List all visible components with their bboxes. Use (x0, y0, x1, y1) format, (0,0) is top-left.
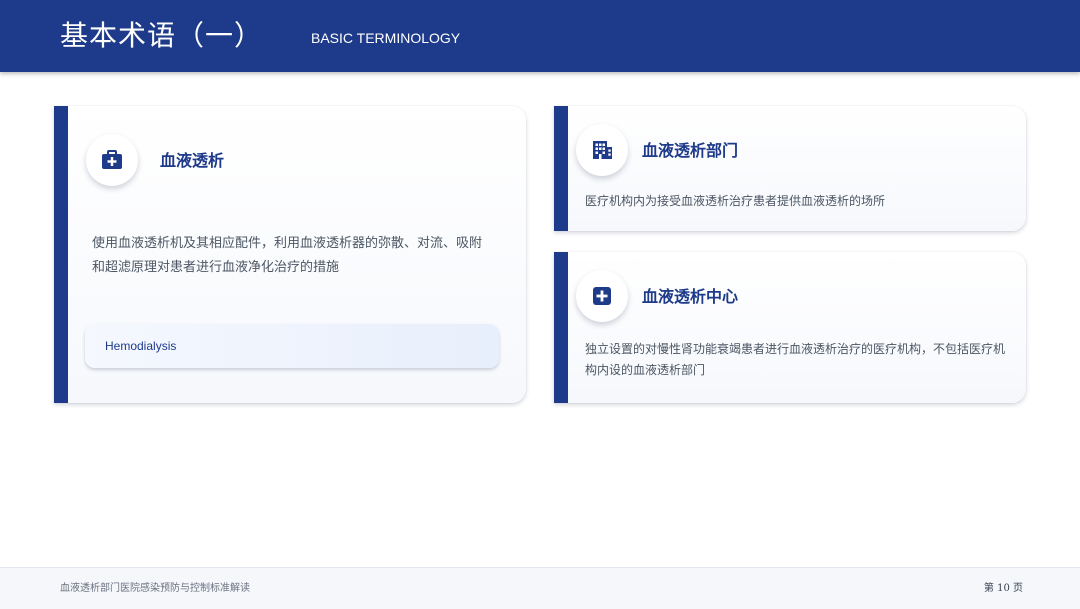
term-card-hemodialysis: 血液透析 使用血液透析机及其相应配件，利用血液透析器的弥散、对流、吸附和超滤原理… (54, 106, 526, 403)
card-description: 使用血液透析机及其相应配件，利用血液透析器的弥散、对流、吸附和超滤原理对患者进行… (92, 236, 483, 275)
card-accent-bar (554, 252, 568, 403)
header-bar: 基本术语（一） BASIC TERMINOLOGY (0, 0, 1080, 72)
card-title: 血液透析部门 (642, 141, 739, 160)
hospital-building-icon (576, 124, 628, 176)
card-description: 独立设置的对慢性肾功能衰竭患者进行血液透析治疗的医疗机构，不包括医疗机构内设的血… (585, 342, 1006, 377)
english-term: Hemodialysis (105, 339, 177, 353)
page-subtitle: BASIC TERMINOLOGY (311, 30, 461, 46)
english-term-box: Hemodialysis (85, 324, 499, 368)
medical-cross-icon (576, 270, 628, 322)
footer-document-title: 血液透析部门医院感染预防与控制标准解读 (60, 583, 250, 594)
term-card-department: 血液透析部门 医疗机构内为接受血液透析治疗患者提供血液透析的场所 (554, 106, 1026, 231)
footer-bar: 血液透析部门医院感染预防与控制标准解读 第 10 页 (0, 567, 1080, 609)
card-title: 血液透析中心 (642, 287, 739, 306)
page-title: 基本术语（一） (60, 19, 264, 52)
card-accent-bar (554, 106, 568, 231)
card-accent-bar (54, 106, 68, 403)
card-description: 医疗机构内为接受血液透析治疗患者提供血液透析的场所 (585, 194, 886, 208)
term-card-center: 血液透析中心 独立设置的对慢性肾功能衰竭患者进行血液透析治疗的医疗机构，不包括医… (554, 252, 1026, 403)
medical-kit-icon (86, 134, 138, 186)
page-number: 第 10 页 (983, 583, 1023, 594)
card-title: 血液透析 (160, 151, 225, 170)
